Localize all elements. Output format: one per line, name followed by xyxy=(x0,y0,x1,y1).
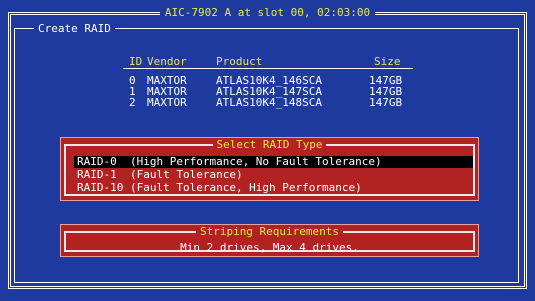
drive-id: 2 xyxy=(129,96,136,109)
header-vendor: Vendor xyxy=(147,55,187,68)
striping-requirements-box: Striping Requirements Min 2 drives, Max … xyxy=(60,224,479,257)
select-raid-type-dialog: Select RAID Type RAID-0 (High Performanc… xyxy=(60,137,479,201)
header-product: Product xyxy=(216,55,263,68)
striping-text: Min 2 drives, Max 4 drives. xyxy=(180,241,359,254)
panel-title: Create RAID xyxy=(34,23,115,35)
drive-row[interactable]: 0 MAXTOR ATLAS10K4_146SCA 147GB xyxy=(123,72,413,87)
raid-option-raid0[interactable]: RAID-0 (High Performance, No Fault Toler… xyxy=(74,156,473,168)
dialog-title-text: Select RAID Type xyxy=(212,138,327,151)
raid-option-raid10[interactable]: RAID-10 (Fault Tolerance, High Performan… xyxy=(74,182,473,194)
header-id: ID xyxy=(129,55,143,68)
dialog-title: Select RAID Type xyxy=(61,138,478,151)
striping-title-text: Striping Requirements xyxy=(195,225,344,238)
drive-vendor: MAXTOR xyxy=(147,96,187,109)
drive-size: 147GB xyxy=(369,96,403,109)
drive-row[interactable]: 2 MAXTOR ATLAS10K4_148SCA 147GB xyxy=(123,94,413,109)
drive-product: ATLAS10K4_148SCA xyxy=(216,96,322,109)
header-size: Size xyxy=(374,55,401,68)
striping-title: Striping Requirements xyxy=(61,225,478,238)
drive-row[interactable]: 1 MAXTOR ATLAS10K4_147SCA 147GB xyxy=(123,83,413,98)
drive-table-header: ID Vendor Product Size xyxy=(123,53,413,69)
raid-option-raid1[interactable]: RAID-1 (Fault Tolerance) xyxy=(74,169,473,181)
